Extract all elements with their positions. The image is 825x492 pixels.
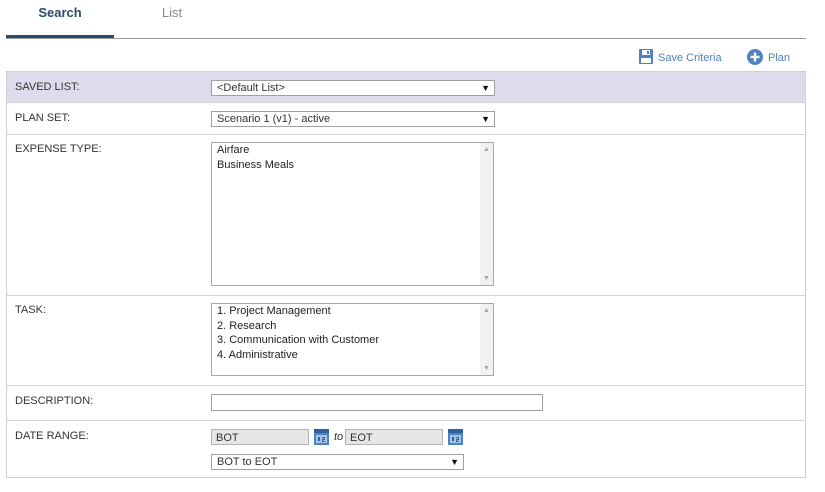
dropdown-arrow-icon: ▼ — [481, 83, 490, 93]
date-to-input[interactable]: EOT — [345, 429, 443, 445]
floppy-disk-icon — [639, 49, 658, 67]
plan-set-label: PLAN SET: — [15, 112, 71, 124]
tab-search[interactable]: Search — [6, 5, 114, 25]
dropdown-arrow-icon: ▼ — [481, 114, 490, 124]
tab-list[interactable]: List — [122, 5, 222, 25]
list-item[interactable]: 3. Communication with Customer — [212, 333, 493, 348]
scrollbar[interactable]: ▲ ▼ — [480, 143, 493, 285]
plan-set-value: Scenario 1 (v1) - active — [217, 113, 331, 125]
calendar-icon[interactable] — [448, 429, 463, 448]
tab-bar: Search List — [6, 0, 806, 39]
saved-list-row: SAVED LIST: <Default List> ▼ — [7, 72, 805, 102]
description-input[interactable] — [211, 394, 543, 411]
task-label: TASK: — [15, 304, 46, 316]
expense-type-row: EXPENSE TYPE: Airfare Business Meals ▲ ▼ — [7, 134, 805, 295]
task-row: TASK: 1. Project Management 2. Research … — [7, 295, 805, 385]
scroll-down-icon[interactable]: ▼ — [483, 365, 490, 372]
active-tab-indicator — [6, 35, 114, 38]
scroll-up-icon[interactable]: ▲ — [483, 307, 490, 314]
scroll-down-icon[interactable]: ▼ — [483, 275, 490, 282]
plan-set-select[interactable]: Scenario 1 (v1) - active ▼ — [211, 111, 495, 127]
task-listbox[interactable]: 1. Project Management 2. Research 3. Com… — [211, 303, 494, 376]
date-preset-value: BOT to EOT — [217, 456, 278, 468]
save-criteria-label: Save Criteria — [658, 52, 722, 64]
save-criteria-button[interactable]: Save Criteria — [639, 49, 722, 67]
saved-list-select[interactable]: <Default List> ▼ — [211, 80, 495, 96]
plan-button[interactable]: Plan — [747, 48, 791, 68]
list-item[interactable]: Business Meals — [212, 158, 493, 173]
date-range-row: DATE RANGE: BOT to EOT BOT to EOT ▼ — [7, 420, 805, 477]
saved-list-value: <Default List> — [217, 82, 285, 94]
plan-label: Plan — [768, 52, 791, 64]
expense-type-label: EXPENSE TYPE: — [15, 143, 102, 155]
list-item[interactable]: 1. Project Management — [212, 304, 493, 319]
expense-type-listbox[interactable]: Airfare Business Meals ▲ ▼ — [211, 142, 494, 286]
to-separator: to — [334, 431, 344, 443]
description-row: DESCRIPTION: — [7, 385, 805, 420]
scroll-up-icon[interactable]: ▲ — [483, 146, 490, 153]
list-item[interactable]: 2. Research — [212, 319, 493, 334]
description-label: DESCRIPTION: — [15, 395, 94, 407]
dropdown-arrow-icon: ▼ — [450, 457, 459, 467]
date-range-label: DATE RANGE: — [15, 430, 89, 442]
calendar-icon[interactable] — [314, 429, 329, 448]
plus-circle-icon — [747, 48, 768, 68]
list-item[interactable]: 4. Administrative — [212, 348, 493, 363]
saved-list-label: SAVED LIST: — [15, 81, 80, 93]
scrollbar[interactable]: ▲ ▼ — [480, 304, 493, 375]
list-item[interactable]: Airfare — [212, 143, 493, 158]
date-from-input[interactable]: BOT — [211, 429, 309, 445]
search-form: SAVED LIST: <Default List> ▼ PLAN SET: S… — [6, 71, 806, 478]
plan-set-row: PLAN SET: Scenario 1 (v1) - active ▼ — [7, 102, 805, 134]
date-preset-select[interactable]: BOT to EOT ▼ — [211, 454, 464, 470]
